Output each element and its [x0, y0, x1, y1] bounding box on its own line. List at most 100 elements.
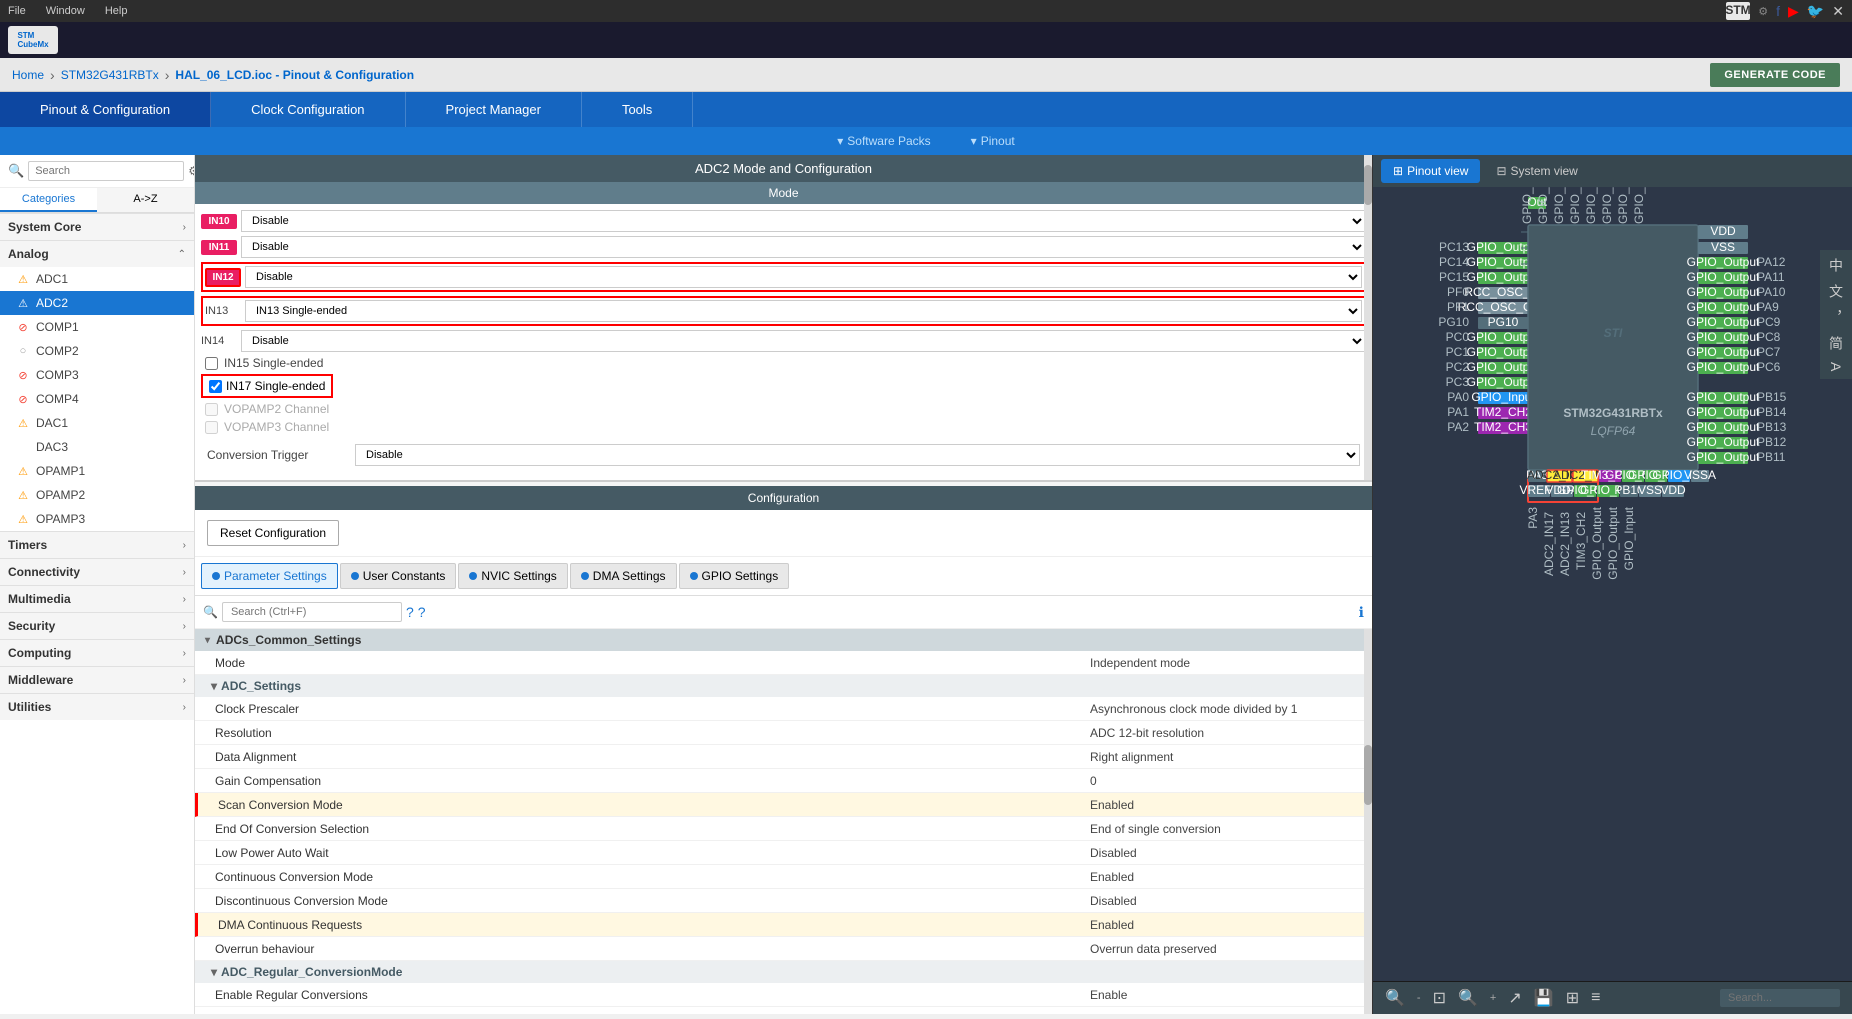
pointer-icon[interactable]: ↗	[1508, 988, 1521, 1008]
in11-select[interactable]: Disable	[241, 236, 1366, 258]
sidebar-section-connectivity[interactable]: Connectivity ›	[0, 558, 194, 585]
side-icon-a[interactable]: A	[1828, 362, 1844, 371]
sidebar-section-computing[interactable]: Computing ›	[0, 639, 194, 666]
tab-pinout-view[interactable]: ⊞ Pinout view	[1381, 159, 1480, 183]
in12-select[interactable]: Disable	[245, 266, 1362, 288]
sidebar-section-utilities[interactable]: Utilities ›	[0, 693, 194, 720]
in15-checkbox-row: IN15 Single-ended	[201, 356, 1366, 370]
reset-configuration-button[interactable]: Reset Configuration	[207, 520, 339, 546]
settings-icon[interactable]: ⚙	[188, 164, 195, 178]
circle-icon-comp2: ○	[16, 344, 30, 358]
toolbar-search-input[interactable]	[1720, 989, 1840, 1007]
param-help-icon1[interactable]: ?	[406, 604, 414, 620]
sidebar-section-analog[interactable]: Analog ⌃	[0, 240, 194, 267]
main-layout: 🔍 ⚙ Categories A->Z System Core › Analog…	[0, 155, 1852, 1014]
sidebar-tabs: Categories A->Z	[0, 188, 194, 213]
in10-select[interactable]: Disable	[241, 210, 1366, 232]
menu-help[interactable]: Help	[105, 5, 128, 17]
tab-clock-configuration[interactable]: Clock Configuration	[211, 92, 405, 127]
breadcrumb-device[interactable]: STM32G431RBTx	[61, 68, 159, 82]
tab-gpio-settings[interactable]: GPIO Settings	[679, 563, 790, 589]
sidebar-item-dac3[interactable]: DAC3	[0, 435, 194, 459]
middleware-label: Middleware	[8, 673, 73, 687]
svg-text:GPIO_Output: GPIO_Output	[1687, 390, 1760, 404]
system-core-label: System Core	[8, 220, 81, 234]
svg-text:GPIO_Output: GPIO_Output	[1632, 187, 1646, 224]
param-search: 🔍 ? ? ℹ	[195, 596, 1372, 629]
side-icon-zh3[interactable]: ，	[1826, 310, 1846, 324]
zoom-out-icon[interactable]: 🔍	[1385, 988, 1405, 1008]
param-subsection-regular[interactable]: ▾ ADC_Regular_ConversionMode	[195, 961, 1372, 983]
tab-system-view[interactable]: ⊟ System view	[1484, 159, 1589, 183]
save-icon[interactable]: 💾	[1534, 988, 1554, 1008]
sidebar-item-comp4[interactable]: ⊘ COMP4	[0, 387, 194, 411]
tab-nvic-settings[interactable]: NVIC Settings	[458, 563, 567, 589]
sidebar-section-security[interactable]: Security ›	[0, 612, 194, 639]
menu-window[interactable]: Window	[46, 5, 85, 17]
tab-tools[interactable]: Tools	[582, 92, 693, 127]
in14-select[interactable]: Disable	[241, 330, 1366, 352]
side-icon-zh1[interactable]: 中	[1826, 258, 1846, 272]
sidebar-section-multimedia[interactable]: Multimedia ›	[0, 585, 194, 612]
vopamp2-checkbox[interactable]	[205, 403, 218, 416]
svg-text:GPIO_Output: GPIO_Output	[1616, 187, 1630, 224]
grid-icon[interactable]: ⊞	[1566, 988, 1579, 1008]
param-subsection-adc-settings[interactable]: ▾ ADC_Settings	[195, 675, 1372, 697]
sidebar-item-adc2[interactable]: ⚠ ADC2	[0, 291, 194, 315]
side-icon-zh2[interactable]: 文	[1826, 284, 1846, 298]
sidebar-item-adc1[interactable]: ⚠ ADC1	[0, 267, 194, 291]
sidebar-item-opamp2[interactable]: ⚠ OPAMP2	[0, 483, 194, 507]
in17-checkbox[interactable]	[209, 380, 222, 393]
svg-text:PC13: PC13	[1439, 240, 1469, 254]
param-value-mode: Independent mode	[1082, 656, 1362, 670]
subnav-pinout[interactable]: ▾ Pinout	[971, 134, 1015, 148]
list-icon[interactable]: ≡	[1591, 989, 1600, 1007]
tab-az[interactable]: A->Z	[97, 188, 194, 212]
param-search-input[interactable]	[222, 602, 402, 622]
svg-text:PB11: PB11	[1757, 450, 1786, 464]
trigger-label: Conversion Trigger	[207, 448, 347, 462]
param-help-icon2[interactable]: ?	[418, 604, 426, 620]
icon-dac3	[16, 440, 30, 454]
tab-categories[interactable]: Categories	[0, 188, 97, 212]
sidebar-search-input[interactable]	[28, 161, 184, 181]
svg-text:GPIO_Input: GPIO_Input	[1622, 506, 1636, 570]
fit-icon[interactable]: ⊡	[1433, 988, 1446, 1008]
sidebar-item-opamp3[interactable]: ⚠ OPAMP3	[0, 507, 194, 531]
menu-file[interactable]: File	[8, 5, 26, 17]
sidebar-section-system-core[interactable]: System Core ›	[0, 213, 194, 240]
param-value-low-power: Disabled	[1082, 846, 1362, 860]
logo-icon: STM	[1726, 2, 1750, 20]
vopamp3-checkbox[interactable]	[205, 421, 218, 434]
tab-user-constants[interactable]: User Constants	[340, 563, 457, 589]
vopamp3-label: VOPAMP3 Channel	[224, 420, 329, 434]
param-row-low-power: Low Power Auto Wait Disabled	[195, 841, 1372, 865]
tab-pinout-configuration[interactable]: Pinout & Configuration	[0, 92, 211, 127]
sidebar-section-middleware[interactable]: Middleware ›	[0, 666, 194, 693]
in14-label: IN14	[201, 335, 237, 347]
info-icon[interactable]: ℹ	[1359, 604, 1364, 621]
side-icon-zh4[interactable]: 简	[1826, 336, 1846, 350]
tab-parameter-settings[interactable]: Parameter Settings	[201, 563, 338, 589]
generate-code-button[interactable]: GENERATE CODE	[1710, 63, 1840, 87]
in15-checkbox[interactable]	[205, 357, 218, 370]
zoom-in-icon[interactable]: 🔍	[1458, 988, 1478, 1008]
svg-text:GPIO_Output: GPIO_Output	[1687, 420, 1760, 434]
sidebar-item-comp3[interactable]: ⊘ COMP3	[0, 363, 194, 387]
tab-project-manager[interactable]: Project Manager	[406, 92, 582, 127]
subnav-software-packs[interactable]: ▾ Software Packs	[837, 134, 930, 148]
in13-select[interactable]: IN13 Single-ended	[245, 300, 1362, 322]
sidebar-item-dac1[interactable]: ⚠ DAC1	[0, 411, 194, 435]
param-section-common[interactable]: ▾ ADCs_Common_Settings	[195, 629, 1372, 651]
tab-dma-settings[interactable]: DMA Settings	[570, 563, 677, 589]
svg-text:PC8: PC8	[1757, 330, 1781, 344]
svg-text:PB15: PB15	[1757, 390, 1787, 404]
sidebar-item-comp2[interactable]: ○ COMP2	[0, 339, 194, 363]
svg-text:GPIO_Output: GPIO_Output	[1687, 270, 1760, 284]
sidebar-section-timers[interactable]: Timers ›	[0, 531, 194, 558]
trigger-select[interactable]: Disable	[355, 444, 1360, 466]
breadcrumb-home[interactable]: Home	[12, 68, 44, 82]
svg-text:TIM3_CH2: TIM3_CH2	[1574, 512, 1588, 570]
sidebar-item-comp1[interactable]: ⊘ COMP1	[0, 315, 194, 339]
sidebar-item-opamp1[interactable]: ⚠ OPAMP1	[0, 459, 194, 483]
